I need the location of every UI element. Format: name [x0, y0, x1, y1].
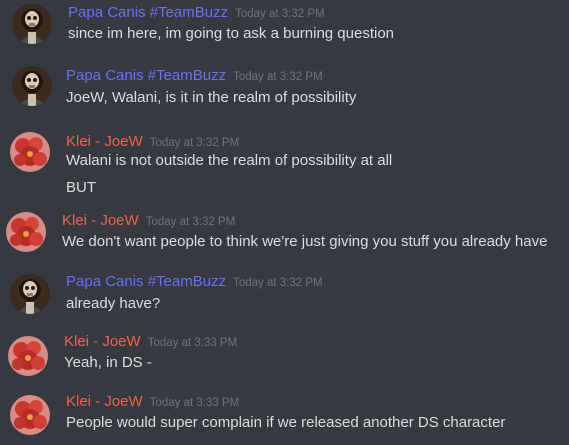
message: Papa Canis #TeamBuzz Today at 3:32 PM sin…: [0, 0, 569, 60]
avatar[interactable]: [6, 212, 46, 252]
red-flower-icon: [10, 132, 50, 172]
avatar[interactable]: [12, 66, 52, 106]
author-name[interactable]: Papa Canis #TeamBuzz: [66, 67, 226, 84]
skull-portrait-icon: [10, 274, 50, 314]
message: Papa Canis #TeamBuzz Today at 3:32 PM Joe…: [0, 62, 569, 122]
skull-portrait-icon: [12, 66, 52, 106]
avatar[interactable]: [10, 274, 50, 314]
timestamp[interactable]: Today at 3:32 PM: [235, 8, 325, 20]
message-text: People would super complain if we releas…: [66, 414, 506, 431]
timestamp[interactable]: Today at 3:32 PM: [146, 216, 236, 228]
message-header: Papa Canis #TeamBuzz Today at 3:32 PM: [66, 272, 323, 292]
message-text: Yeah, in DS -: [64, 354, 152, 371]
timestamp[interactable]: Today at 3:32 PM: [150, 137, 240, 149]
message-text: since im here, im going to ask a burning…: [68, 25, 395, 42]
message-header: Klei - JoeW Today at 3:32 PM: [62, 211, 235, 231]
message: Klei - JoeW Today at 3:33 PM People would…: [0, 388, 569, 445]
message-text: JoeW, Walani, is it in the realm of poss…: [66, 89, 357, 106]
author-name[interactable]: Klei - JoeW: [62, 212, 139, 229]
timestamp[interactable]: Today at 3:33 PM: [150, 397, 240, 409]
red-flower-icon: [8, 336, 48, 376]
message-header: Klei - JoeW Today at 3:33 PM: [66, 392, 239, 412]
message: Papa Canis #TeamBuzz Today at 3:32 PM alr…: [0, 270, 569, 330]
message-text: BUT: [66, 179, 96, 196]
message: Klei - JoeW Today at 3:33 PM Yeah, in DS …: [0, 330, 569, 390]
avatar[interactable]: [12, 4, 52, 44]
red-flower-icon: [6, 212, 46, 252]
message-header: Klei - JoeW Today at 3:32 PM: [66, 132, 239, 152]
author-name[interactable]: Papa Canis #TeamBuzz: [68, 4, 228, 21]
author-name[interactable]: Papa Canis #TeamBuzz: [66, 273, 226, 290]
timestamp[interactable]: Today at 3:32 PM: [233, 71, 323, 83]
author-name[interactable]: Klei - JoeW: [66, 393, 143, 410]
avatar[interactable]: [10, 395, 50, 435]
message-text: Walani is not outside the realm of possi…: [66, 152, 393, 169]
author-name[interactable]: Klei - JoeW: [64, 333, 141, 350]
message-header: Papa Canis #TeamBuzz Today at 3:32 PM: [66, 66, 323, 86]
chat-log: Papa Canis #TeamBuzz Today at 3:32 PM sin…: [0, 0, 569, 445]
message-text: already have?: [66, 295, 161, 312]
timestamp[interactable]: Today at 3:32 PM: [233, 277, 323, 289]
message-header: Papa Canis #TeamBuzz Today at 3:32 PM: [68, 3, 325, 23]
timestamp[interactable]: Today at 3:33 PM: [148, 337, 238, 349]
message: Klei - JoeW Today at 3:32 PM Walani is no…: [0, 128, 569, 200]
author-name[interactable]: Klei - JoeW: [66, 133, 143, 150]
skull-portrait-icon: [12, 4, 52, 44]
avatar[interactable]: [8, 336, 48, 376]
message-text: We don't want people to think we're just…: [62, 233, 548, 250]
message: Klei - JoeW Today at 3:32 PM We don't wan…: [0, 208, 569, 268]
avatar[interactable]: [10, 132, 50, 172]
red-flower-icon: [10, 395, 50, 435]
message-header: Klei - JoeW Today at 3:33 PM: [64, 332, 237, 352]
